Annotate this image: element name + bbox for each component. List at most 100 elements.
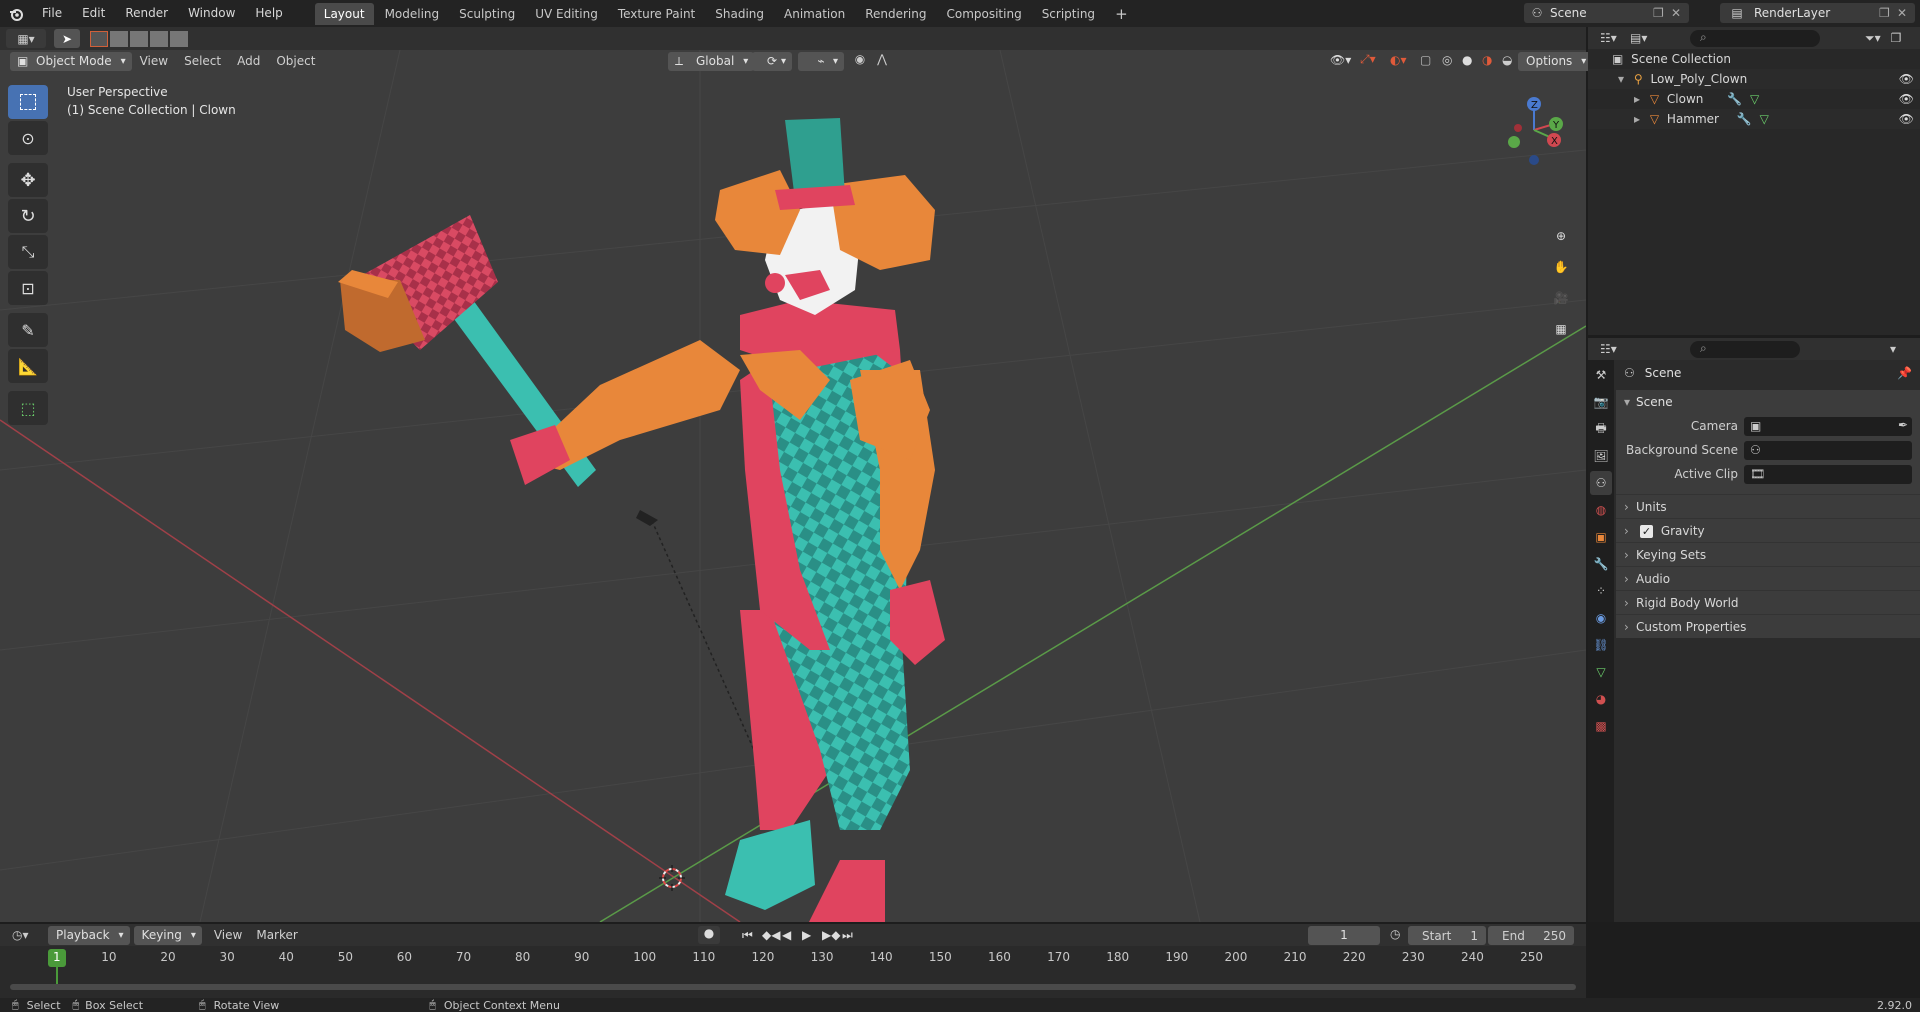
tab-compositing[interactable]: Compositing [937,3,1030,25]
menu-render[interactable]: Render [115,0,178,27]
eye-icon[interactable]: 👁 [1899,89,1914,109]
menu-object[interactable]: Object [268,52,323,71]
data-tab-icon[interactable]: ▽ [1590,660,1612,684]
jump-start-icon[interactable]: ⏮ [742,928,762,943]
camera-icon[interactable] [636,510,658,526]
select-intersect-icon[interactable] [170,30,188,47]
units-panel[interactable]: Units [1616,494,1920,519]
pivot-point-dropdown[interactable]: ⟳ [752,52,792,71]
scene-panel-header[interactable]: ▾ Scene [1616,390,1920,414]
expand-arrow-icon[interactable]: ▸ [1634,112,1640,126]
next-keyframe-icon[interactable]: ▶◆ [822,928,842,942]
background-scene-field[interactable]: ⚇ [1744,441,1912,460]
tree-clown[interactable]: ▸ ▽ Clown 🔧 ▽ 👁 [1588,89,1920,109]
timeline-ruler[interactable]: 1 10 20 30 40 50 60 70 80 90 100 110 120 130 140 150 160… [0,946,1586,990]
cursor-tool-icon[interactable]: ⊙ [8,121,48,155]
pin-icon[interactable]: 📌 [1897,366,1912,380]
view-layer-selector[interactable]: ▤ RenderLayer ❐ ✕ [1720,3,1915,23]
menu-file[interactable]: File [32,0,72,27]
menu-edit[interactable]: Edit [72,0,115,27]
modifier-wrench-icon[interactable]: 🔧 [1727,92,1742,106]
menu-add[interactable]: Add [229,52,268,71]
particles-tab-icon[interactable]: ⁘ [1590,579,1612,603]
cursor-tool-icon[interactable]: ➤ [54,29,80,48]
tree-hammer[interactable]: ▸ ▽ Hammer 🔧 ▽ 👁 [1588,109,1920,129]
material-shading-icon[interactable]: ◑ [1482,53,1502,67]
transform-orientation-dropdown[interactable]: ⟂ Global [668,52,755,71]
annotate-tool-icon[interactable]: ✎ [8,313,48,347]
select-extend-icon[interactable] [110,30,128,47]
output-tab-icon[interactable]: 🖶 [1590,417,1612,441]
eye-icon[interactable]: 👁 [1899,109,1914,129]
world-tab-icon[interactable]: ◍ [1590,498,1612,522]
copy-icon[interactable]: ❐ [1653,6,1671,20]
menu-select[interactable]: Select [176,52,229,71]
end-frame-field[interactable]: End 250 [1488,926,1574,945]
menu-window[interactable]: Window [178,0,245,27]
mesh-data-icon[interactable]: ▽ [1750,92,1759,106]
expand-arrow-icon[interactable]: ▸ [1634,92,1640,106]
editor-type-icon[interactable]: ▦▾ [6,29,46,48]
perspective-grid-icon[interactable]: ▦ [1547,315,1575,343]
tree-low-poly-clown[interactable]: ▾ ⚲ Low_Poly_Clown 👁 [1588,69,1920,89]
close-icon[interactable]: ✕ [1897,6,1915,20]
tab-rendering[interactable]: Rendering [856,3,935,25]
options-dropdown[interactable]: Options [1518,52,1593,71]
pan-hand-icon[interactable]: ✋ [1547,253,1575,281]
snap-dropdown[interactable]: ⌁ [798,52,844,71]
tab-sculpting[interactable]: Sculpting [450,3,524,25]
camera-view-icon[interactable]: 🎥 [1547,284,1575,312]
prev-keyframe-icon[interactable]: ◆◀ [762,928,782,942]
filter-icon[interactable]: ⏷▾ [1865,31,1881,46]
tab-modeling[interactable]: Modeling [376,3,449,25]
select-box-tool-icon[interactable] [8,85,48,119]
audio-panel[interactable]: Audio [1616,566,1920,591]
start-frame-field[interactable]: Start 1 [1408,926,1486,945]
record-icon[interactable]: ● [698,926,720,944]
camera-field[interactable]: ▣ ✒ [1744,417,1912,436]
display-mode-icon[interactable]: ▤▾ [1630,31,1660,45]
tree-scene-collection[interactable]: ▣ Scene Collection [1588,49,1920,69]
constraints-tab-icon[interactable]: ⛓ [1590,633,1612,657]
mesh-data-icon[interactable]: ▽ [1760,112,1769,126]
falloff-icon[interactable]: ⋀ [872,52,892,71]
preview-range-icon[interactable]: ◷ [1390,927,1400,941]
select-subtract-icon[interactable] [130,30,148,47]
play-reverse-icon[interactable]: ◀ [782,928,802,942]
render-tab-icon[interactable]: 📷 [1590,390,1612,414]
menu-view[interactable]: View [214,928,242,942]
menu-view[interactable]: View [132,52,176,71]
jump-end-icon[interactable]: ⏭ [842,928,862,943]
select-new-icon[interactable] [90,30,108,47]
blender-logo-icon[interactable] [0,0,32,27]
transform-tool-icon[interactable]: ⊡ [8,271,48,305]
move-tool-icon[interactable]: ✥ [8,163,48,197]
editor-type-icon[interactable]: ☷▾ [1600,31,1630,45]
scale-tool-icon[interactable]: ⤡ [8,235,48,269]
editor-type-icon[interactable]: ☷▾ [1600,342,1630,356]
physics-tab-icon[interactable]: ◉ [1590,606,1612,630]
play-icon[interactable]: ▶ [802,928,822,942]
proportional-edit-icon[interactable]: ◉ [850,52,870,71]
navigation-gizmo[interactable]: Z Y X [1504,90,1564,170]
3d-viewport[interactable]: User Perspective (1) Scene Collection | … [0,50,1586,922]
timeline-scrollbar[interactable] [10,984,1576,990]
eyedropper-icon[interactable]: ✒ [1898,418,1908,432]
material-tab-icon[interactable]: ◕ [1590,687,1612,711]
keying-sets-panel[interactable]: Keying Sets [1616,542,1920,567]
tab-scripting[interactable]: Scripting [1033,3,1104,25]
overlay-icon[interactable]: ◐▾ [1390,53,1420,67]
menu-marker[interactable]: Marker [256,928,297,942]
properties-search-input[interactable]: ⌕ [1690,340,1800,358]
scene-tab-icon[interactable]: ⚇ [1590,471,1612,495]
select-invert-icon[interactable] [150,30,168,47]
modifier-wrench-icon[interactable]: 🔧 [1737,112,1752,126]
tab-shading[interactable]: Shading [706,3,773,25]
playback-dropdown[interactable]: Playback [48,925,130,945]
copy-icon[interactable]: ❐ [1879,6,1897,20]
view-layer-tab-icon[interactable]: 🖼 [1590,444,1612,468]
add-workspace-button[interactable]: + [1106,3,1137,25]
current-frame-field[interactable]: 1 [1308,926,1380,945]
modifier-tab-icon[interactable]: 🔧 [1590,552,1612,576]
object-tab-icon[interactable]: ▣ [1590,525,1612,549]
